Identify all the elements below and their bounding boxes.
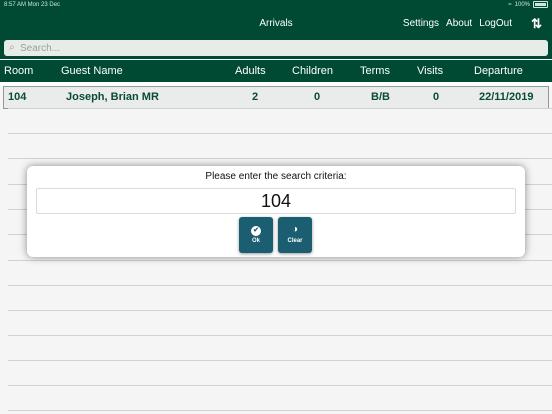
header-room[interactable]: Room [4, 65, 33, 77]
sync-icon[interactable]: ⇅ [531, 16, 542, 32]
ok-button-label: Ok [251, 238, 260, 244]
settings-link[interactable]: Settings [403, 18, 439, 29]
search-icon: ⌕ [9, 42, 15, 53]
checkmark-icon: ✔ [251, 226, 261, 236]
table-header: Room Guest Name Adults Children Terms Vi… [0, 60, 552, 82]
header-terms[interactable]: Terms [360, 65, 390, 77]
header-visits[interactable]: Visits [417, 65, 443, 77]
clear-button[interactable]: ◑ Clear [278, 217, 312, 253]
dialog-prompt: Please enter the search criteria: [205, 171, 347, 182]
battery-percent: 100% [514, 1, 530, 8]
search-criteria-input[interactable] [36, 188, 516, 214]
status-time-date: 8:57 AM Mon 23 Dec [4, 2, 61, 8]
header-departure[interactable]: Departure [474, 65, 523, 77]
header-adults[interactable]: Adults [235, 65, 266, 77]
clear-icon: ◑ [291, 224, 299, 235]
clear-button-label: Clear [287, 238, 303, 244]
header-children[interactable]: Children [292, 65, 333, 77]
status-bar: 8:57 AM Mon 23 Dec ≈ 100% [0, 0, 552, 10]
status-right: ≈ 100% [508, 1, 548, 8]
nav-links: Settings About LogOut [403, 18, 512, 29]
wifi-icon: ≈ [508, 1, 512, 8]
header-guest-name[interactable]: Guest Name [61, 65, 123, 77]
about-link[interactable]: About [446, 18, 472, 29]
ok-glyph: ✔ [239, 224, 273, 236]
nav-bar: Arrivals Settings About LogOut ⇅ [0, 10, 552, 38]
search-input[interactable] [20, 40, 520, 56]
ok-button[interactable]: ✔ Ok [239, 217, 273, 253]
search-bar: ⌕ [0, 38, 552, 59]
logout-link[interactable]: LogOut [479, 18, 512, 29]
search-dialog: Please enter the search criteria: ✔ Ok ◑… [27, 166, 525, 257]
search-box[interactable]: ⌕ [4, 40, 548, 56]
battery-icon [533, 1, 548, 8]
